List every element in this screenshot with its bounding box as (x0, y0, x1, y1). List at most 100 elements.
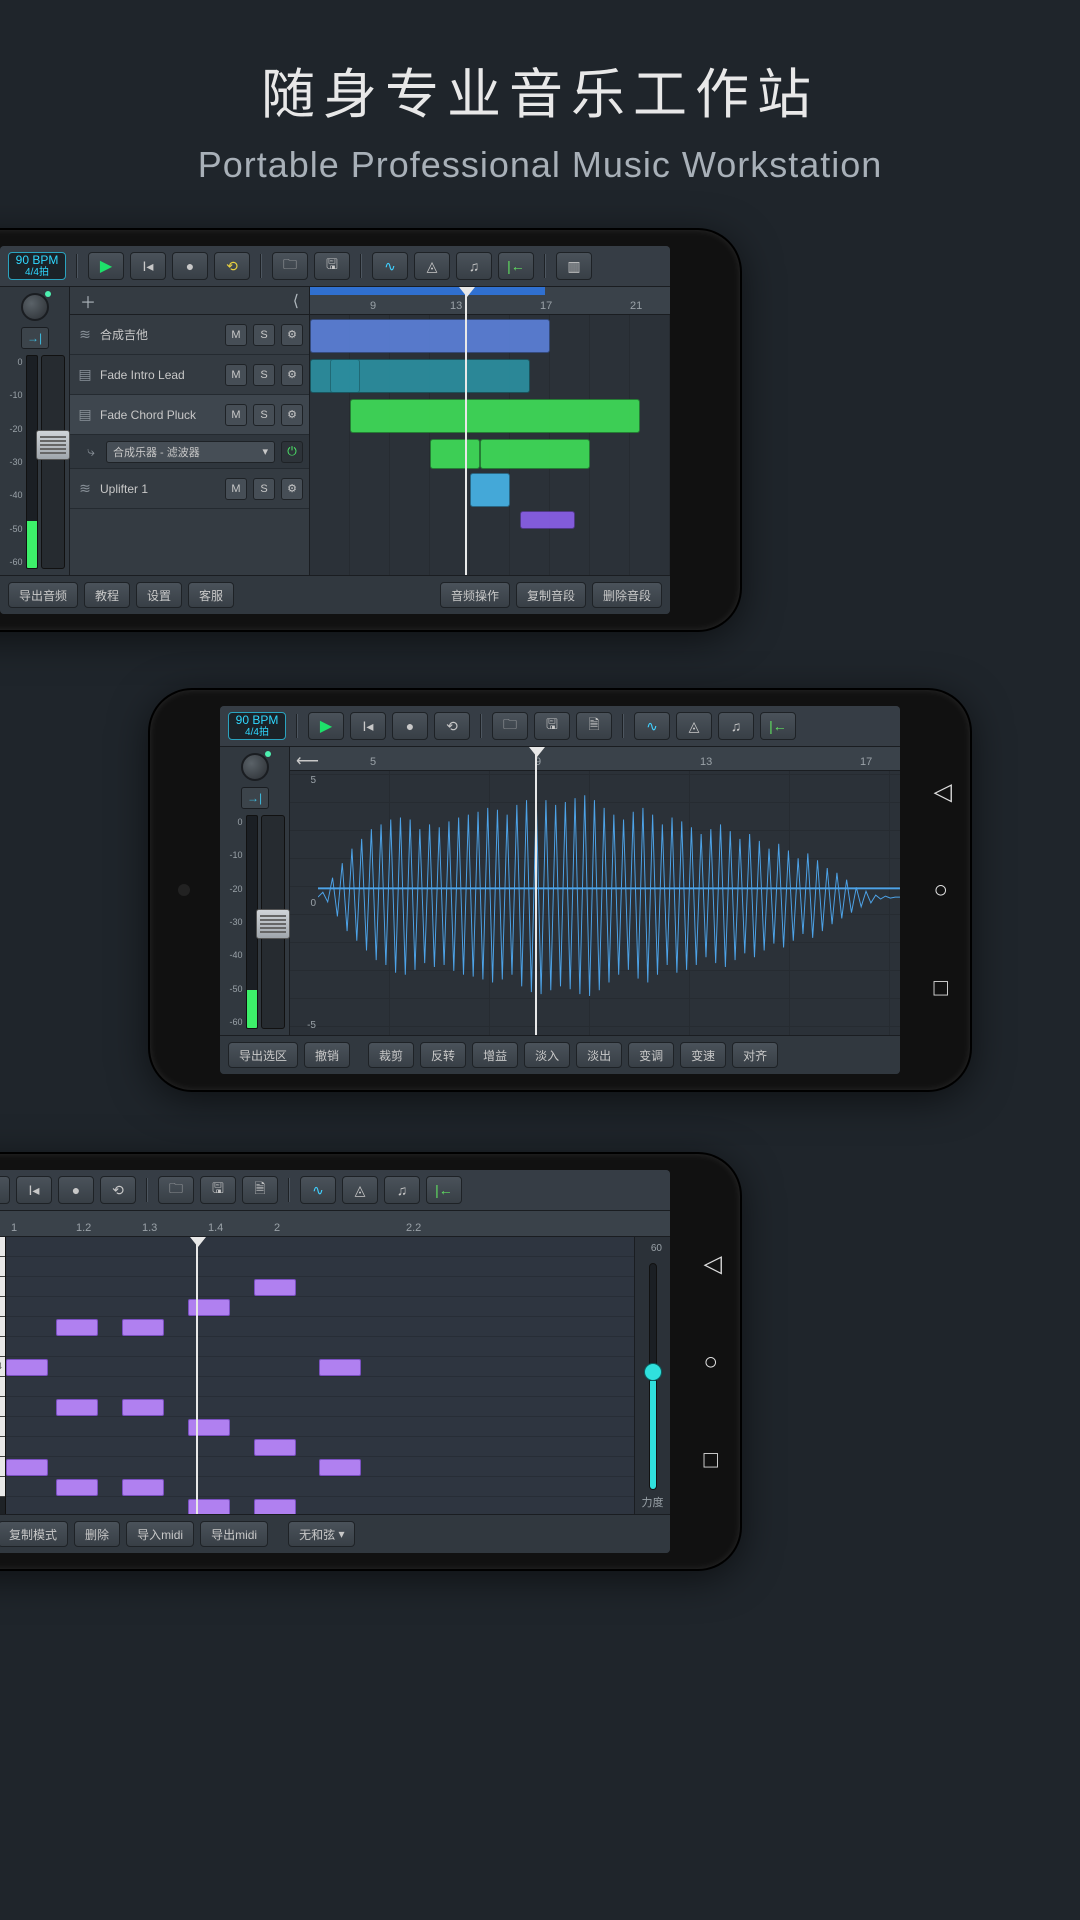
master-fader[interactable] (261, 815, 285, 1029)
collapse-tracklist-icon[interactable]: ⟨ (293, 291, 299, 311)
piano-ruler[interactable]: ⟵ 1 1.2 1.3 1.4 2 2.2 (0, 1211, 670, 1237)
master-pan-knob[interactable] (21, 293, 49, 321)
delete-clip-button[interactable]: 删除音段 (592, 582, 662, 608)
midi-note[interactable] (122, 1319, 164, 1336)
loop-button[interactable]: ⟲ (100, 1176, 136, 1204)
mute-button[interactable]: M (225, 404, 247, 426)
folder-button[interactable]: 🗀 (492, 712, 528, 740)
audio-ops-button[interactable]: 音频操作 (440, 582, 510, 608)
undo-button[interactable]: 撤销 (304, 1042, 350, 1068)
export-selection-button[interactable]: 导出选区 (228, 1042, 298, 1068)
track-row[interactable]: ▤ Fade Intro Lead M S ⚙ (70, 355, 309, 395)
velocity-slider[interactable] (649, 1263, 657, 1490)
nav-back-icon[interactable]: ◁ (934, 778, 952, 807)
fadein-button[interactable]: 淡入 (524, 1042, 570, 1068)
loop-button[interactable]: ⟲ (214, 252, 250, 280)
midi-note[interactable] (122, 1399, 164, 1416)
speed-button[interactable]: 变速 (680, 1042, 726, 1068)
playhead[interactable] (196, 1237, 198, 1514)
midi-note[interactable] (6, 1459, 48, 1476)
collapse-button[interactable]: →| (241, 787, 269, 809)
track-row-sub[interactable]: ⤷ 合成乐器 - 滤波器▾ ⏻ (70, 435, 309, 469)
rewind-button[interactable]: I◂ (130, 252, 166, 280)
record-button[interactable]: ● (58, 1176, 94, 1204)
gear-icon[interactable]: ⚙ (281, 364, 303, 386)
solo-button[interactable]: S (253, 404, 275, 426)
clip[interactable] (350, 399, 640, 433)
notes-button[interactable]: ♫ (456, 252, 492, 280)
midi-note[interactable] (6, 1359, 48, 1376)
instrument-dropdown[interactable]: 合成乐器 - 滤波器▾ (106, 441, 275, 463)
copy-clip-button[interactable]: 复制音段 (516, 582, 586, 608)
midi-note[interactable] (188, 1419, 230, 1436)
snap-start-button[interactable]: |← (498, 252, 534, 280)
crop-button[interactable]: 裁剪 (368, 1042, 414, 1068)
clip[interactable] (470, 473, 510, 507)
master-fader[interactable] (41, 355, 65, 569)
gear-icon[interactable]: ⚙ (281, 404, 303, 426)
track-row[interactable]: ≋ 合成吉他 M S ⚙ (70, 315, 309, 355)
midi-note[interactable] (254, 1279, 296, 1296)
mixer-button[interactable]: ∿ (372, 252, 408, 280)
collapse-button[interactable]: →| (21, 327, 49, 349)
play-button[interactable]: ▶ (308, 712, 344, 740)
metronome-button[interactable]: ◬ (676, 712, 712, 740)
midi-note[interactable] (56, 1399, 98, 1416)
solo-button[interactable]: S (253, 478, 275, 500)
reverse-button[interactable]: 反转 (420, 1042, 466, 1068)
save-button[interactable]: 🖫 (200, 1176, 236, 1204)
piano-grid[interactable] (6, 1237, 634, 1514)
mute-button[interactable]: M (225, 478, 247, 500)
clip[interactable] (330, 359, 360, 393)
notes-button[interactable]: ♫ (718, 712, 754, 740)
piano-button[interactable]: ▥ (556, 252, 592, 280)
clip[interactable] (520, 511, 575, 529)
master-pan-knob[interactable] (241, 753, 269, 781)
midi-note[interactable] (188, 1499, 230, 1514)
midi-note[interactable] (319, 1459, 361, 1476)
clip[interactable] (480, 439, 590, 469)
power-button[interactable]: ⏻ (281, 441, 303, 463)
mute-button[interactable]: M (225, 324, 247, 346)
copy-mode-button[interactable]: 复制模式 (0, 1521, 68, 1547)
document-button[interactable]: 🗎 (576, 712, 612, 740)
playhead[interactable] (535, 747, 537, 1035)
midi-note[interactable] (56, 1319, 98, 1336)
track-row[interactable]: ▤ Fade Chord Pluck M S ⚙ (70, 395, 309, 435)
tutorial-button[interactable]: 教程 (84, 582, 130, 608)
folder-button[interactable]: 🗀 (272, 252, 308, 280)
snap-start-button[interactable]: |← (760, 712, 796, 740)
loop-button[interactable]: ⟲ (434, 712, 470, 740)
metronome-button[interactable]: ◬ (342, 1176, 378, 1204)
clip[interactable] (430, 439, 480, 469)
timeline-panel[interactable]: 9 13 17 21 (310, 287, 670, 575)
play-button[interactable]: ▶ (88, 252, 124, 280)
midi-note[interactable] (122, 1479, 164, 1496)
chord-dropdown[interactable]: 无和弦 ▾ (288, 1521, 355, 1547)
gear-icon[interactable]: ⚙ (281, 478, 303, 500)
playhead[interactable] (465, 287, 467, 575)
solo-button[interactable]: S (253, 364, 275, 386)
nav-home-icon[interactable]: ○ (704, 1348, 722, 1376)
mixer-button[interactable]: ∿ (634, 712, 670, 740)
record-button[interactable]: ● (172, 252, 208, 280)
save-button[interactable]: 🖫 (534, 712, 570, 740)
document-button[interactable]: 🗎 (242, 1176, 278, 1204)
rewind-button[interactable]: I◂ (16, 1176, 52, 1204)
delete-button[interactable]: 删除 (74, 1521, 120, 1547)
midi-note[interactable] (319, 1359, 361, 1376)
solo-button[interactable]: S (253, 324, 275, 346)
mixer-button[interactable]: ∿ (300, 1176, 336, 1204)
midi-note[interactable] (188, 1299, 230, 1316)
import-midi-button[interactable]: 导入midi (126, 1521, 194, 1547)
support-button[interactable]: 客服 (188, 582, 234, 608)
midi-note[interactable] (254, 1499, 296, 1514)
clip[interactable] (310, 319, 550, 353)
add-track-icon[interactable]: ＋ (80, 289, 96, 313)
timeline-ruler[interactable]: 9 13 17 21 (310, 287, 670, 315)
bpm-display[interactable]: 90 BPM4/4拍 (228, 712, 286, 740)
metronome-button[interactable]: ◬ (414, 252, 450, 280)
mute-button[interactable]: M (225, 364, 247, 386)
gear-icon[interactable]: ⚙ (281, 324, 303, 346)
nav-home-icon[interactable]: ○ (934, 877, 952, 905)
